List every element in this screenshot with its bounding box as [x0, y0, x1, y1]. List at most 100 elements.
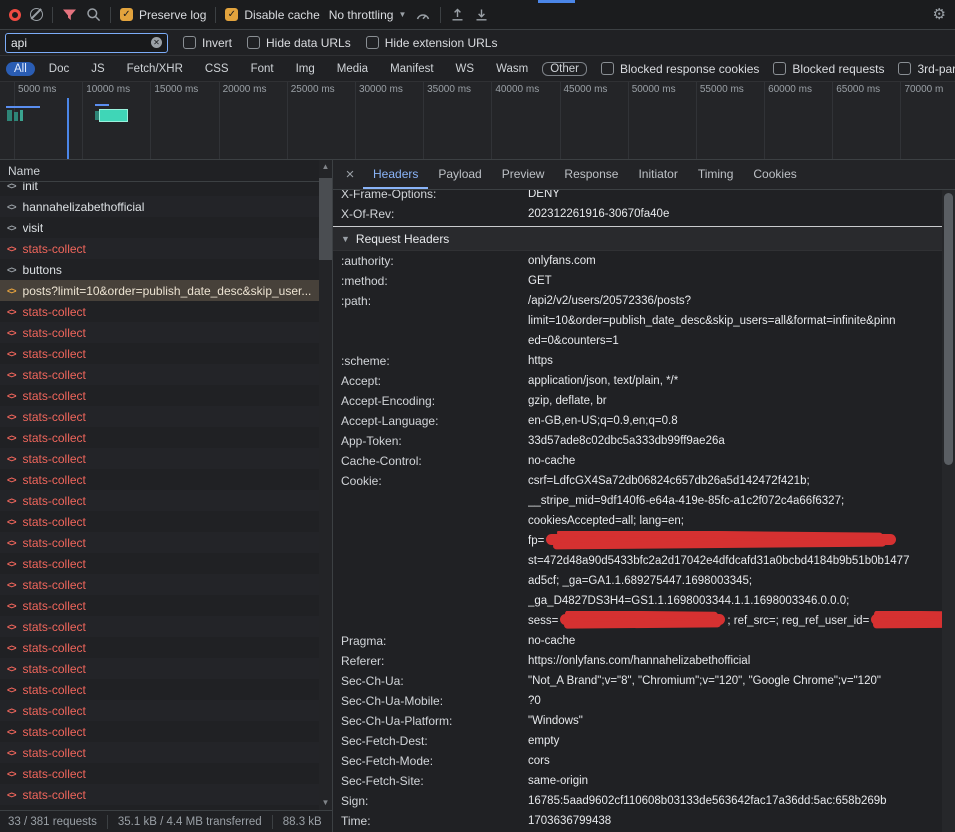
- request-row[interactable]: <>stats-collect: [0, 406, 319, 427]
- invert-checkbox[interactable]: Invert: [183, 36, 232, 50]
- filter-chip-font[interactable]: Font: [243, 62, 282, 76]
- request-row[interactable]: <>stats-collect: [0, 511, 319, 532]
- filter-chip-img[interactable]: Img: [288, 62, 323, 76]
- scroll-up-icon[interactable]: ▲: [322, 160, 330, 174]
- filter-chip-manifest[interactable]: Manifest: [382, 62, 441, 76]
- status-divider: [272, 815, 273, 829]
- tab-response[interactable]: Response: [554, 160, 628, 189]
- throttling-dropdown[interactable]: No throttling ▼: [329, 8, 407, 22]
- tab-cookies[interactable]: Cookies: [743, 160, 806, 189]
- settings-gear-icon[interactable]: ⚙: [933, 7, 946, 22]
- tab-initiator[interactable]: Initiator: [628, 160, 687, 189]
- request-type-icon: <>: [7, 412, 16, 422]
- filter-input[interactable]: api ✕: [5, 33, 168, 53]
- request-row[interactable]: <>stats-collect: [0, 553, 319, 574]
- request-row[interactable]: <>stats-collect: [0, 595, 319, 616]
- filter-checkbox-blocked-response-cookies[interactable]: Blocked response cookies: [601, 62, 759, 76]
- header-row: :scheme:https: [333, 351, 942, 371]
- request-name: stats-collect: [23, 347, 86, 361]
- scroll-down-icon[interactable]: ▼: [322, 796, 330, 810]
- tab-timing[interactable]: Timing: [688, 160, 744, 189]
- request-row[interactable]: <>stats-collect: [0, 490, 319, 511]
- request-row[interactable]: <>stats-collect: [0, 763, 319, 784]
- close-details-icon[interactable]: ×: [339, 166, 361, 183]
- request-row[interactable]: <>stats-collect: [0, 469, 319, 490]
- request-row[interactable]: <>posts?limit=10&order=publish_date_desc…: [0, 280, 319, 301]
- request-list-scrollbar[interactable]: ▲ ▼: [319, 160, 332, 810]
- filter-chip-wasm[interactable]: Wasm: [488, 62, 536, 76]
- hide-extension-urls-checkbox[interactable]: Hide extension URLs: [366, 36, 498, 50]
- disable-cache-checkbox[interactable]: ✓ Disable cache: [225, 8, 319, 22]
- request-name: stats-collect: [23, 536, 86, 550]
- scrollbar-thumb[interactable]: [319, 178, 332, 260]
- request-row[interactable]: <> stats-collect: [0, 343, 319, 364]
- filter-checkbox-blocked-requests[interactable]: Blocked requests: [773, 62, 884, 76]
- request-row[interactable]: <>stats-collect: [0, 616, 319, 637]
- search-icon[interactable]: [86, 7, 101, 22]
- filter-checkbox-3rd-party-requests[interactable]: 3rd-party requests: [898, 62, 955, 76]
- request-row[interactable]: <>stats-collect: [0, 364, 319, 385]
- request-row[interactable]: <>stats-collect: [0, 532, 319, 553]
- request-row[interactable]: <>stats-collect: [0, 637, 319, 658]
- request-row[interactable]: <>stats-collect: [0, 427, 319, 448]
- header-value-text: 202312261916-30670fa40e: [528, 208, 669, 220]
- request-row[interactable]: <>stats-collect: [0, 301, 319, 322]
- header-row: Sec-Fetch-Mode:cors: [333, 751, 942, 771]
- network-conditions-icon[interactable]: [415, 8, 431, 22]
- request-row[interactable]: <>init: [0, 182, 319, 196]
- filter-chip-all[interactable]: All: [6, 62, 35, 76]
- request-row[interactable]: <>stats-collect: [0, 721, 319, 742]
- request-row[interactable]: <>stats-collect: [0, 679, 319, 700]
- request-type-icon: <>: [7, 223, 16, 233]
- filter-chip-ws[interactable]: WS: [448, 62, 483, 76]
- filter-chip-media[interactable]: Media: [329, 62, 376, 76]
- network-overview-timeline[interactable]: 5000 ms10000 ms15000 ms20000 ms25000 ms3…: [0, 82, 955, 160]
- request-row[interactable]: <>visit: [0, 217, 319, 238]
- request-type-icon: <>: [7, 475, 16, 485]
- request-headers-section-header[interactable]: ▼ Request Headers: [333, 227, 942, 251]
- network-filter-row: api ✕ Invert Hide data URLs Hide extensi…: [0, 30, 955, 56]
- tab-payload[interactable]: Payload: [428, 160, 491, 189]
- scrollbar-thumb[interactable]: [944, 193, 953, 465]
- hide-data-urls-checkbox[interactable]: Hide data URLs: [247, 36, 351, 50]
- header-value: application/json, text/plain, */*: [528, 371, 942, 391]
- request-row[interactable]: <>stats-collect: [0, 700, 319, 721]
- tab-preview[interactable]: Preview: [492, 160, 555, 189]
- filter-chip-js[interactable]: JS: [83, 62, 112, 76]
- export-har-icon[interactable]: [474, 7, 489, 22]
- request-type-icon: <>: [7, 349, 16, 359]
- filter-chip-fetch-xhr[interactable]: Fetch/XHR: [119, 62, 191, 76]
- clear-filter-icon[interactable]: ✕: [151, 37, 162, 48]
- request-row[interactable]: <>stats-collect: [0, 742, 319, 763]
- redaction-scribble: [546, 534, 896, 545]
- filter-chip-css[interactable]: CSS: [197, 62, 237, 76]
- request-name: stats-collect: [23, 305, 86, 319]
- header-value-line: 33d57ade8c02dbc5a333db99ff9ae26a: [528, 431, 942, 451]
- details-scrollbar[interactable]: [942, 190, 955, 832]
- request-type-icon: <>: [7, 559, 16, 569]
- preserve-log-checkbox[interactable]: ✓ Preserve log: [120, 8, 206, 22]
- filter-icon[interactable]: [62, 8, 77, 22]
- filter-chip-other[interactable]: Other: [542, 62, 587, 76]
- request-row[interactable]: <>stats-collect: [0, 238, 319, 259]
- record-network-log-button[interactable]: [9, 9, 21, 21]
- request-row[interactable]: <>hannahelizabethofficial: [0, 196, 319, 217]
- request-row[interactable]: <>stats-collect: [0, 574, 319, 595]
- tab-headers[interactable]: Headers: [363, 160, 428, 189]
- name-column-header[interactable]: Name: [0, 160, 332, 182]
- request-row[interactable]: <>buttons: [0, 259, 319, 280]
- request-row[interactable]: <>stats-collect: [0, 784, 319, 805]
- clear-network-log-button[interactable]: [30, 8, 43, 21]
- header-name: Referer:: [333, 651, 528, 671]
- request-row[interactable]: <>stats-collect: [0, 658, 319, 679]
- request-row[interactable]: <>stats-collect: [0, 448, 319, 469]
- request-row[interactable]: <>stats-collect: [0, 322, 319, 343]
- header-value-text: sess=: [528, 615, 558, 627]
- filter-chip-doc[interactable]: Doc: [41, 62, 77, 76]
- header-value: GET: [528, 271, 942, 291]
- request-rows-viewport: <>init<>hannahelizabethofficial<>visit<>…: [0, 182, 319, 810]
- header-name: Time:: [333, 811, 528, 831]
- header-name: :method:: [333, 271, 528, 291]
- import-har-icon[interactable]: [450, 7, 465, 22]
- request-row[interactable]: <>stats-collect: [0, 385, 319, 406]
